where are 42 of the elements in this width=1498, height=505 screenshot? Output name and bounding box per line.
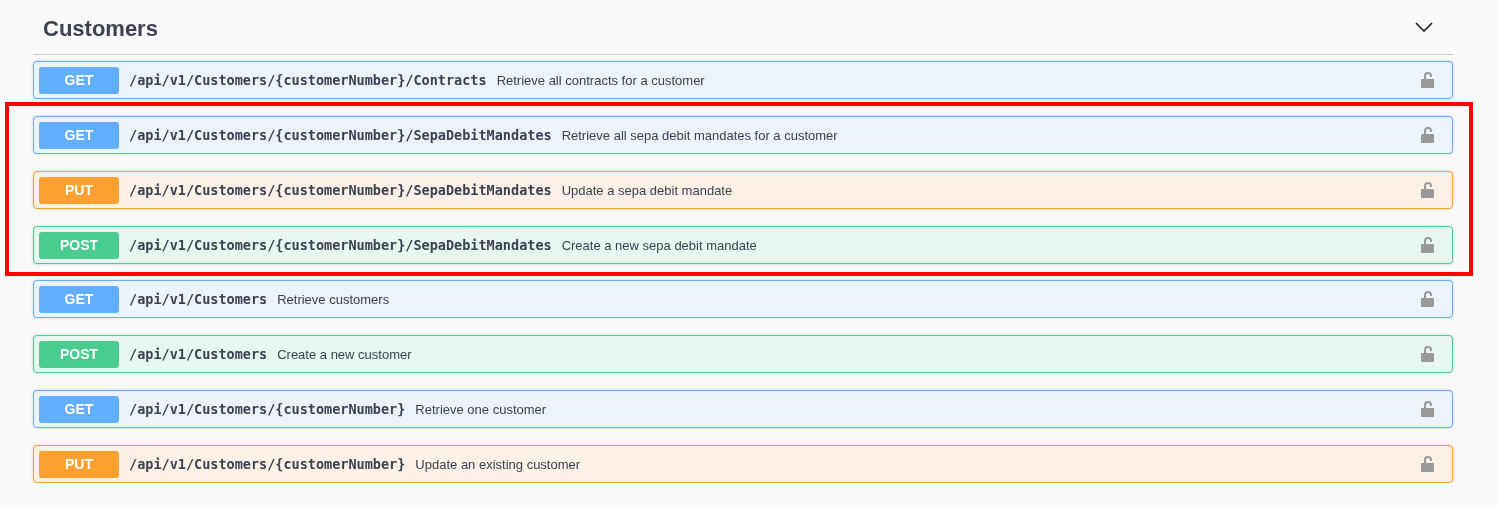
endpoint-path: /api/v1/Customers/{customerNumber} (129, 456, 406, 472)
endpoint-path: /api/v1/Customers/{customerNumber}/SepaDebitMandates (129, 127, 552, 143)
operation-row[interactable]: POST /api/v1/Customers/{customerNumber}/SepaDebitMandates Create a new sepa debit mandate (33, 226, 1453, 264)
operation-row[interactable]: PUT /api/v1/Customers/{customerNumber}/SepaDebitMandates Update a sepa debit mandate (33, 171, 1453, 209)
endpoint-path: /api/v1/Customers/{customerNumber}/SepaDebitMandates (129, 237, 552, 253)
operation-summary: Retrieve all sepa debit mandates for a customer (561, 127, 839, 143)
method-badge: GET (39, 285, 119, 313)
section-title: Customers (43, 16, 158, 42)
endpoint-path: /api/v1/Customers (129, 291, 268, 307)
operation-summary: Create a new customer (277, 346, 413, 362)
operation-row[interactable]: GET /api/v1/Customers Retrieve customers (33, 280, 1453, 318)
lock-icon[interactable] (1421, 236, 1435, 254)
operation-row[interactable]: GET /api/v1/Customers/{customerNumber}/SepaDebitMandates Retrieve all sepa debit mandates for a customer (33, 116, 1453, 154)
operation-summary: Update a sepa debit mandate (561, 182, 734, 198)
operation-row[interactable]: GET /api/v1/Customers/{customerNumber} Retrieve one customer (33, 390, 1453, 428)
operation-summary: Create a new sepa debit mandate (561, 237, 758, 253)
lock-icon[interactable] (1421, 400, 1435, 418)
lock-icon[interactable] (1421, 455, 1435, 473)
chevron-icon[interactable] (1415, 21, 1433, 33)
endpoint-path: /api/v1/Customers/{customerNumber}/Contracts (129, 72, 487, 88)
lock-icon[interactable] (1421, 290, 1435, 308)
operation-summary: Retrieve one customer (415, 401, 548, 417)
method-badge: PUT (39, 450, 119, 478)
endpoint-path: /api/v1/Customers/{customerNumber}/SepaDebitMandates (129, 182, 552, 198)
method-badge: GET (39, 395, 119, 423)
lock-icon[interactable] (1421, 126, 1435, 144)
method-badge: GET (39, 66, 119, 94)
method-badge: POST (39, 340, 119, 368)
operation-row[interactable]: PUT /api/v1/Customers/{customerNumber} Update an existing customer (33, 445, 1453, 483)
endpoint-path: /api/v1/Customers (129, 346, 268, 362)
operation-summary: Retrieve all contracts for a customer (496, 72, 706, 88)
lock-icon[interactable] (1421, 71, 1435, 89)
method-badge: GET (39, 121, 119, 149)
operation-row[interactable]: POST /api/v1/Customers Create a new customer (33, 335, 1453, 373)
operation-summary: Retrieve customers (277, 291, 391, 307)
endpoint-path: /api/v1/Customers/{customerNumber} (129, 401, 406, 417)
operation-row[interactable]: GET /api/v1/Customers/{customerNumber}/Contracts Retrieve all contracts for a customer (33, 61, 1453, 99)
operation-summary: Update an existing customer (415, 456, 582, 472)
method-badge: POST (39, 231, 119, 259)
lock-icon[interactable] (1421, 345, 1435, 363)
method-badge: PUT (39, 176, 119, 204)
lock-icon[interactable] (1421, 181, 1435, 199)
